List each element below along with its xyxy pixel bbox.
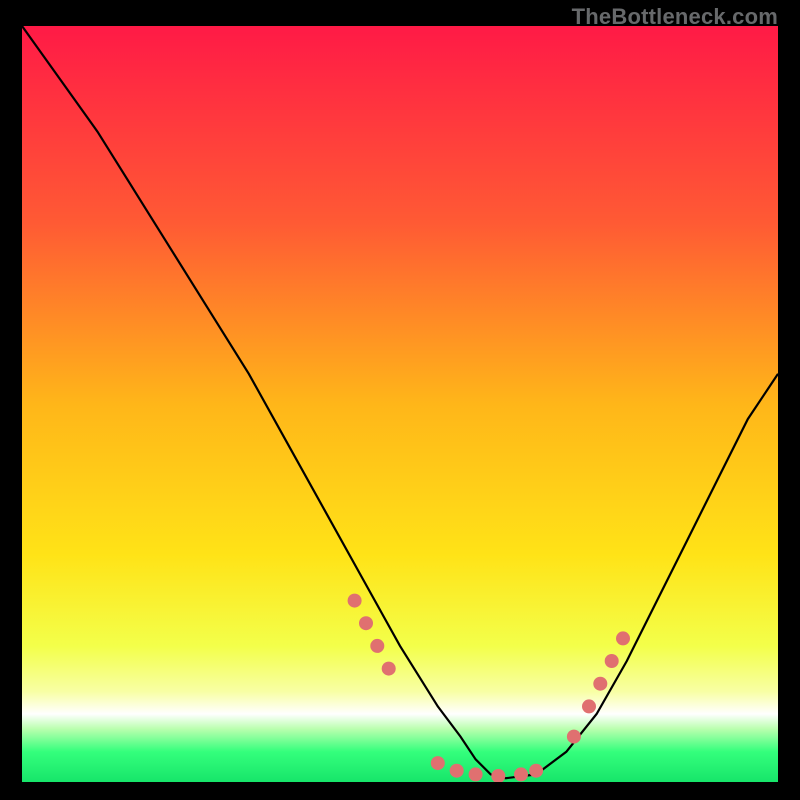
valley-marker: [359, 616, 373, 630]
valley-marker: [469, 767, 483, 781]
valley-marker: [370, 639, 384, 653]
valley-marker: [616, 631, 630, 645]
valley-marker: [529, 764, 543, 778]
bottleneck-chart: [22, 26, 778, 782]
valley-marker: [593, 677, 607, 691]
valley-marker: [605, 654, 619, 668]
valley-marker: [567, 730, 581, 744]
valley-marker: [514, 767, 528, 781]
gradient-background: [22, 26, 778, 782]
valley-marker: [348, 594, 362, 608]
valley-marker: [382, 662, 396, 676]
valley-marker: [431, 756, 445, 770]
valley-marker: [450, 764, 464, 778]
chart-frame: [22, 26, 778, 782]
valley-marker: [582, 699, 596, 713]
